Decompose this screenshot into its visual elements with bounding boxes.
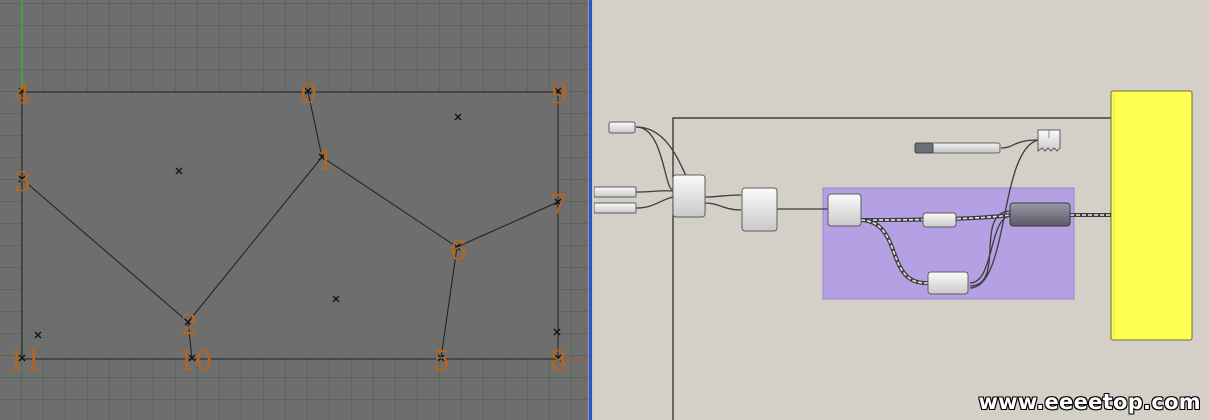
component-node[interactable] [927, 271, 969, 295]
definition-graph [594, 90, 1193, 420]
slider-grip[interactable] [914, 142, 934, 154]
point-label: 6 [450, 236, 467, 267]
grasshopper-canvas[interactable] [594, 0, 1209, 420]
boundary-rectangle[interactable] [21, 91, 559, 360]
wire [635, 190, 674, 193]
point-label: 5 [433, 346, 450, 377]
param-input[interactable] [594, 186, 637, 198]
point-label: 0 [300, 79, 317, 110]
panel-output[interactable] [1110, 90, 1193, 341]
param-input[interactable] [594, 202, 637, 214]
point-label: 7 [550, 190, 567, 221]
point-label: 1 [317, 146, 334, 177]
wire [704, 194, 742, 198]
component-node[interactable] [672, 174, 706, 218]
rhino-viewport[interactable]: 4 0 9 3 1 7 6 2 11 10 5 8 [0, 0, 588, 420]
point-label: 3 [14, 167, 31, 198]
viewport-geometry: 4 0 9 3 1 7 6 2 11 10 5 8 [8, 0, 588, 377]
wire [635, 196, 674, 209]
point-label: 2 [181, 310, 198, 341]
wire [1000, 139, 1039, 149]
point-label: 11 [8, 346, 42, 377]
param-input[interactable] [608, 121, 636, 134]
wire [704, 202, 742, 211]
point-label: 4 [14, 80, 31, 111]
component-node[interactable] [741, 187, 778, 232]
component-node[interactable] [827, 193, 862, 227]
point-label: 9 [551, 79, 568, 110]
point-label: 10 [178, 346, 212, 377]
watermark-text: www.eeeetop.com [978, 390, 1201, 414]
param-node[interactable] [922, 212, 957, 228]
component-node-dark[interactable] [1009, 202, 1071, 227]
wire [635, 126, 674, 191]
point-label: 8 [550, 346, 567, 377]
